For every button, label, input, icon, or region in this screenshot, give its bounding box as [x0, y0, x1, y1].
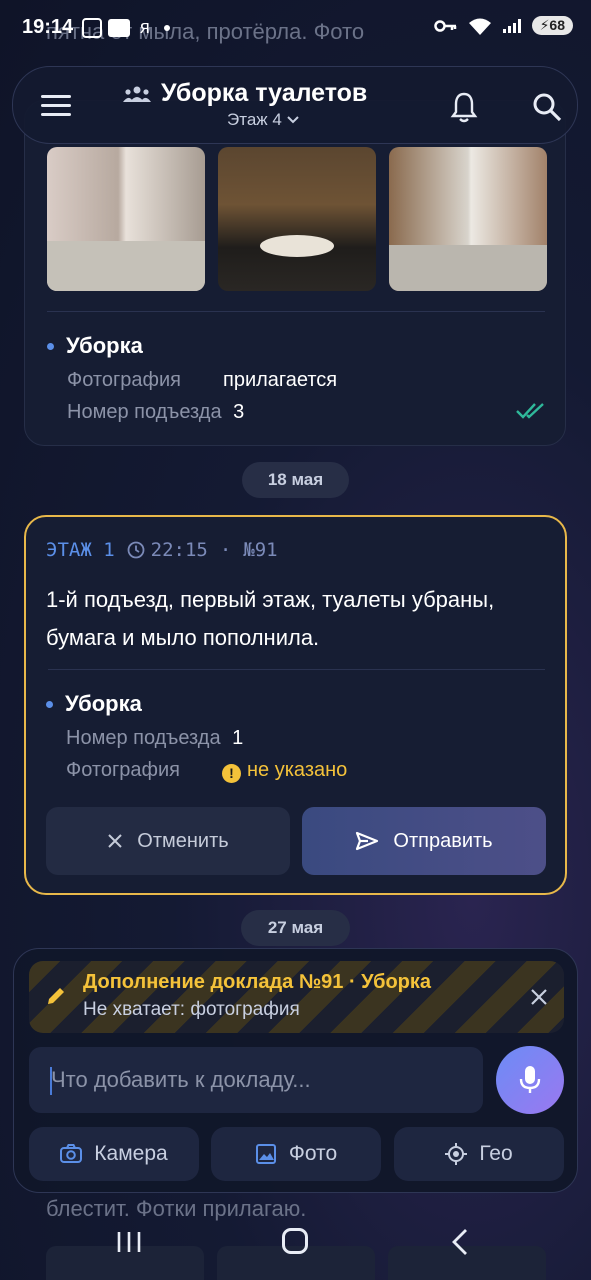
pending-report-card[interactable]: ЭТАЖ 1 22:15 · №91 1-й подъезд, первый э… [24, 515, 567, 895]
close-icon[interactable] [529, 987, 549, 1007]
battery-indicator: ⚡68 [531, 16, 573, 35]
section-header: Уборка [47, 333, 143, 359]
bell-icon[interactable] [449, 91, 479, 123]
field-key: Номер подъезда [66, 727, 221, 749]
field-key: Фотография [66, 759, 180, 781]
meta-separator: · [219, 539, 232, 561]
send-button-label: Отправить [393, 829, 493, 852]
field-value-missing: не указано [247, 759, 348, 781]
supplement-banner: Дополнение доклада №91 · Уборка Не хвата… [29, 961, 564, 1033]
geo-button[interactable]: Гео [394, 1127, 564, 1181]
battery-level: 68 [549, 17, 565, 33]
home-icon[interactable] [282, 1228, 308, 1254]
field-row: Фотография [66, 759, 180, 782]
report-meta: ЭТАЖ 1 22:15 · №91 [46, 539, 278, 561]
warning-icon: ! [222, 763, 241, 783]
banner-subtitle: Не хватает: фотография [83, 999, 300, 1020]
clock-icon [127, 541, 145, 559]
date-chip: 18 мая [242, 462, 349, 498]
photo-thumbnail[interactable] [218, 147, 376, 291]
chat-title-block[interactable]: Уборка туалетов Этаж 4 [123, 79, 367, 130]
status-right-icons: ⚡68 [433, 16, 573, 35]
composer-panel: Дополнение доклада №91 · Уборка Не хвата… [13, 948, 578, 1193]
geo-button-label: Гео [479, 1142, 513, 1165]
section-title: Уборка [66, 333, 143, 358]
yandex-icon: я [140, 17, 150, 37]
field-warning: ! не указано [222, 759, 347, 783]
photo-button-label: Фото [288, 1142, 338, 1165]
cancel-button-label: Отменить [137, 829, 229, 852]
floor-selector-label: Этаж 4 [227, 110, 282, 129]
report-number: №91 [243, 539, 278, 561]
status-time: 19:14 [22, 16, 74, 38]
floor-label: ЭТАЖ 1 [46, 539, 115, 561]
status-bar: 19:14 я ⚡68 [0, 0, 591, 58]
report-card[interactable]: Уборка Фотография прилагается Номер подъ… [24, 100, 566, 446]
text-cursor [50, 1067, 52, 1095]
photo-thumbnail[interactable] [389, 147, 547, 291]
card-divider [48, 669, 545, 670]
field-key: Номер подъезда [67, 401, 222, 423]
field-row: Номер подъезда 3 [67, 401, 244, 424]
photo-gallery [47, 147, 547, 291]
send-icon [356, 831, 379, 851]
field-key: Фотография [67, 369, 181, 391]
system-nav-bar [0, 1210, 591, 1280]
page-title: Уборка туалетов [161, 79, 368, 107]
camera-icon [60, 1144, 83, 1163]
microphone-icon [519, 1066, 541, 1093]
camera-button[interactable]: Камера [29, 1127, 199, 1181]
screenshot-icon [82, 17, 102, 38]
photo-thumbnail[interactable] [47, 147, 205, 291]
report-time: 22:15 [150, 539, 208, 561]
notification-dot-icon [163, 24, 170, 31]
field-value: 1 [232, 727, 244, 749]
status-left-icons: я [82, 17, 170, 38]
back-icon[interactable] [450, 1228, 470, 1256]
close-icon [108, 834, 123, 848]
group-icon [123, 86, 151, 102]
recent-apps-icon[interactable] [116, 1230, 142, 1254]
location-icon [445, 1143, 468, 1165]
send-button[interactable]: Отправить [302, 807, 546, 875]
image-icon [255, 1144, 276, 1164]
menu-icon[interactable] [41, 95, 71, 117]
camera-button-label: Камера [94, 1142, 168, 1165]
field-value-wrap: прилагается [223, 369, 337, 392]
field-value: прилагается [223, 369, 338, 391]
section-header: Уборка [46, 691, 142, 717]
chevron-down-icon [287, 116, 299, 124]
date-chip: 27 мая [241, 910, 350, 946]
pencil-icon [48, 988, 64, 1004]
field-value: 3 [233, 401, 245, 423]
wifi-icon [468, 18, 491, 35]
card-divider [47, 311, 545, 312]
message-input[interactable] [29, 1047, 483, 1113]
photo-button[interactable]: Фото [211, 1127, 381, 1181]
report-text: 1-й подъезд, первый этаж, туалеты убраны… [46, 587, 495, 650]
search-icon[interactable] [531, 91, 563, 123]
top-app-bar: Уборка туалетов Этаж 4 [12, 66, 578, 144]
bullet-icon [47, 342, 54, 350]
field-row: Фотография [67, 369, 181, 392]
microphone-button[interactable] [496, 1046, 564, 1114]
field-row: Номер подъезда 1 [66, 727, 243, 750]
floor-selector[interactable]: Этаж 4 [227, 110, 367, 130]
banner-title: Дополнение доклада №91 · Уборка [83, 971, 432, 993]
double-check-icon [516, 403, 544, 419]
cancel-button[interactable]: Отменить [46, 807, 290, 875]
bullet-icon [46, 700, 53, 708]
key-icon [433, 19, 456, 32]
section-title: Уборка [65, 691, 142, 716]
mail-icon [108, 18, 130, 37]
signal-icon [502, 18, 521, 33]
